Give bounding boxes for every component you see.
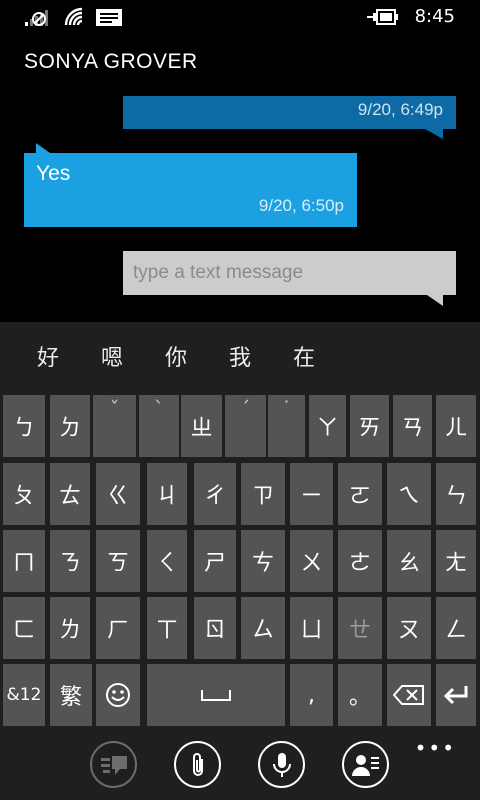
key-d[interactable]: ㄉ (50, 395, 90, 457)
key-o[interactable]: ㄛ (338, 463, 382, 525)
key-ai[interactable]: ㄞ (350, 395, 389, 457)
key-z[interactable]: ㄗ (241, 463, 285, 525)
clock: 8:45 (414, 6, 455, 27)
key-n[interactable]: ㄋ (50, 530, 90, 592)
suggestion-item[interactable]: 我 (229, 340, 251, 372)
key-eh[interactable]: ㄝ (338, 597, 382, 659)
key-m[interactable]: ㄇ (3, 530, 45, 592)
suggestion-item[interactable]: 好 (37, 340, 59, 372)
suggestion-item[interactable]: 在 (293, 340, 315, 372)
attach-button[interactable] (174, 741, 221, 788)
app-bar: ••• (0, 728, 480, 800)
contact-card-icon (351, 754, 379, 776)
message-timestamp: 9/20, 6:50p (258, 196, 344, 215)
key-tone-neutral[interactable]: ˙ (268, 395, 305, 457)
enter-icon (443, 686, 468, 705)
key-j[interactable]: ㄐ (147, 463, 187, 525)
key-i[interactable]: ㄧ (290, 463, 333, 525)
key-yu[interactable]: ㄩ (290, 597, 333, 659)
suggestion-bar: 好 嗯 你 我 在 (0, 322, 480, 390)
key-p[interactable]: ㄆ (3, 463, 45, 525)
message-input[interactable] (123, 251, 456, 295)
comma-key[interactable]: , (290, 664, 333, 726)
key-h[interactable]: ㄏ (96, 597, 140, 659)
key-ang[interactable]: ㄤ (436, 530, 476, 592)
key-tone-3[interactable]: ˇ (93, 395, 136, 457)
backspace-icon (393, 685, 424, 705)
key-tone-4[interactable]: ˋ (139, 395, 179, 457)
key-er[interactable]: ㄦ (436, 395, 476, 457)
key-sh[interactable]: ㄕ (194, 530, 236, 592)
key-c[interactable]: ㄘ (241, 530, 285, 592)
battery-charging-icon (367, 9, 398, 25)
key-zh[interactable]: ㄓ (181, 395, 222, 457)
contact-card-button[interactable] (342, 741, 389, 788)
switch-conversation-button[interactable] (90, 741, 137, 788)
key-eng[interactable]: ㄥ (436, 597, 476, 659)
key-r[interactable]: ㄖ (194, 597, 236, 659)
key-s[interactable]: ㄙ (241, 597, 285, 659)
key-ao[interactable]: ㄠ (387, 530, 431, 592)
keyboard: 好 嗯 你 我 在 ㄅ ㄉ ˇ ˋ ㄓ ˊ ˙ ㄚ ㄞ ㄢ ㄦ ㄆ ㄊ ㄍ ㄐ … (0, 322, 480, 728)
space-icon (201, 690, 231, 701)
suggestion-item[interactable]: 你 (165, 340, 187, 372)
symbols-key[interactable]: &12 (3, 664, 45, 726)
contact-name-title: SONYA GROVER (24, 50, 198, 73)
wifi-icon (64, 7, 83, 26)
message-timestamp: 9/20, 6:49p (357, 100, 443, 119)
space-key[interactable] (147, 664, 285, 726)
key-an[interactable]: ㄢ (393, 395, 432, 457)
received-bubble-tail (36, 143, 50, 153)
key-l[interactable]: ㄌ (50, 597, 90, 659)
backspace-key[interactable] (387, 664, 431, 726)
switch-conversation-icon (100, 755, 127, 775)
key-en[interactable]: ㄣ (436, 463, 476, 525)
message-text: Yes (36, 162, 71, 185)
key-ei[interactable]: ㄟ (387, 463, 431, 525)
microphone-icon (272, 752, 291, 777)
composer-tail (427, 295, 443, 306)
key-e[interactable]: ㄜ (338, 530, 382, 592)
key-f[interactable]: ㄈ (3, 597, 45, 659)
key-g[interactable]: ㄍ (96, 463, 140, 525)
sent-bubble-tail (425, 129, 443, 139)
traditional-toggle-key[interactable]: 繁 (50, 664, 92, 726)
key-t[interactable]: ㄊ (50, 463, 90, 525)
more-options-button[interactable]: ••• (415, 736, 456, 760)
key-a[interactable]: ㄚ (309, 395, 346, 457)
received-message-bubble[interactable]: Yes 9/20, 6:50p (24, 153, 357, 227)
key-ch[interactable]: ㄔ (194, 463, 236, 525)
enter-key[interactable] (436, 664, 476, 726)
suggestion-item[interactable]: 嗯 (101, 340, 123, 372)
signal-icon (25, 10, 48, 26)
key-x[interactable]: ㄒ (147, 597, 187, 659)
emoji-icon (106, 683, 130, 707)
key-k[interactable]: ㄎ (96, 530, 140, 592)
key-b[interactable]: ㄅ (3, 395, 45, 457)
voice-button[interactable] (258, 741, 305, 788)
period-key[interactable]: 。 (338, 664, 382, 726)
key-tone-2[interactable]: ˊ (225, 395, 266, 457)
sent-message-bubble[interactable]: 9/20, 6:49p (123, 96, 456, 129)
key-u[interactable]: ㄨ (290, 530, 333, 592)
message-notification-icon (96, 9, 122, 26)
key-ou[interactable]: ㄡ (387, 597, 431, 659)
attach-icon (192, 752, 203, 776)
status-bar: 8:45 (0, 0, 480, 34)
key-q[interactable]: ㄑ (147, 530, 187, 592)
emoji-key[interactable] (96, 664, 140, 726)
